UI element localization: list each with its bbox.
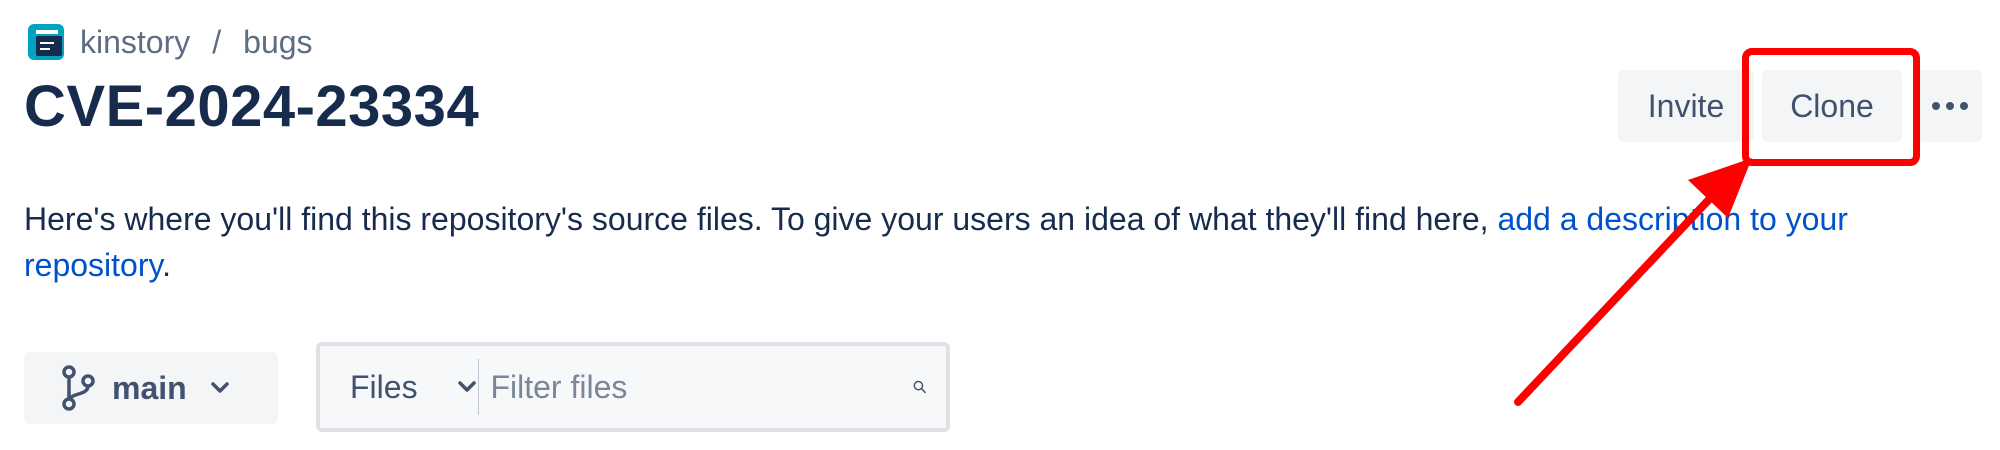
chevron-down-icon [210,382,229,393]
more-dot [1946,102,1954,110]
more-dot [1960,102,1968,110]
breadcrumb-workspace-link[interactable]: kinstory [80,24,190,61]
branch-selector[interactable]: main [24,352,278,424]
branch-name: main [112,369,187,406]
chevron-down-icon [457,381,476,392]
description-text: Here's where you'll find this repository… [24,201,1498,237]
breadcrumb-repository-link[interactable]: bugs [243,24,312,61]
search-icon[interactable] [912,370,928,404]
more-actions-button[interactable] [1918,70,1982,142]
file-filter-group: Files [316,342,950,432]
filter-scope-label: Files [350,368,418,405]
branch-icon [62,365,95,411]
workspace-logo-icon[interactable] [28,24,64,60]
filter-scope-select[interactable]: Files [320,346,478,428]
breadcrumb: kinstory / bugs [28,22,313,62]
clone-button[interactable]: Clone [1762,70,1902,142]
repository-page: kinstory / bugs CVE-2024-23334 Invite Cl… [0,0,2000,450]
page-title: CVE-2024-23334 [24,74,480,139]
more-horizontal-icon [1932,102,1940,110]
breadcrumb-separator: / [212,23,222,60]
filter-files-input[interactable] [478,346,913,428]
description-suffix: . [162,247,172,283]
invite-button[interactable]: Invite [1618,70,1754,142]
repository-description: Here's where you'll find this repository… [24,196,1984,288]
